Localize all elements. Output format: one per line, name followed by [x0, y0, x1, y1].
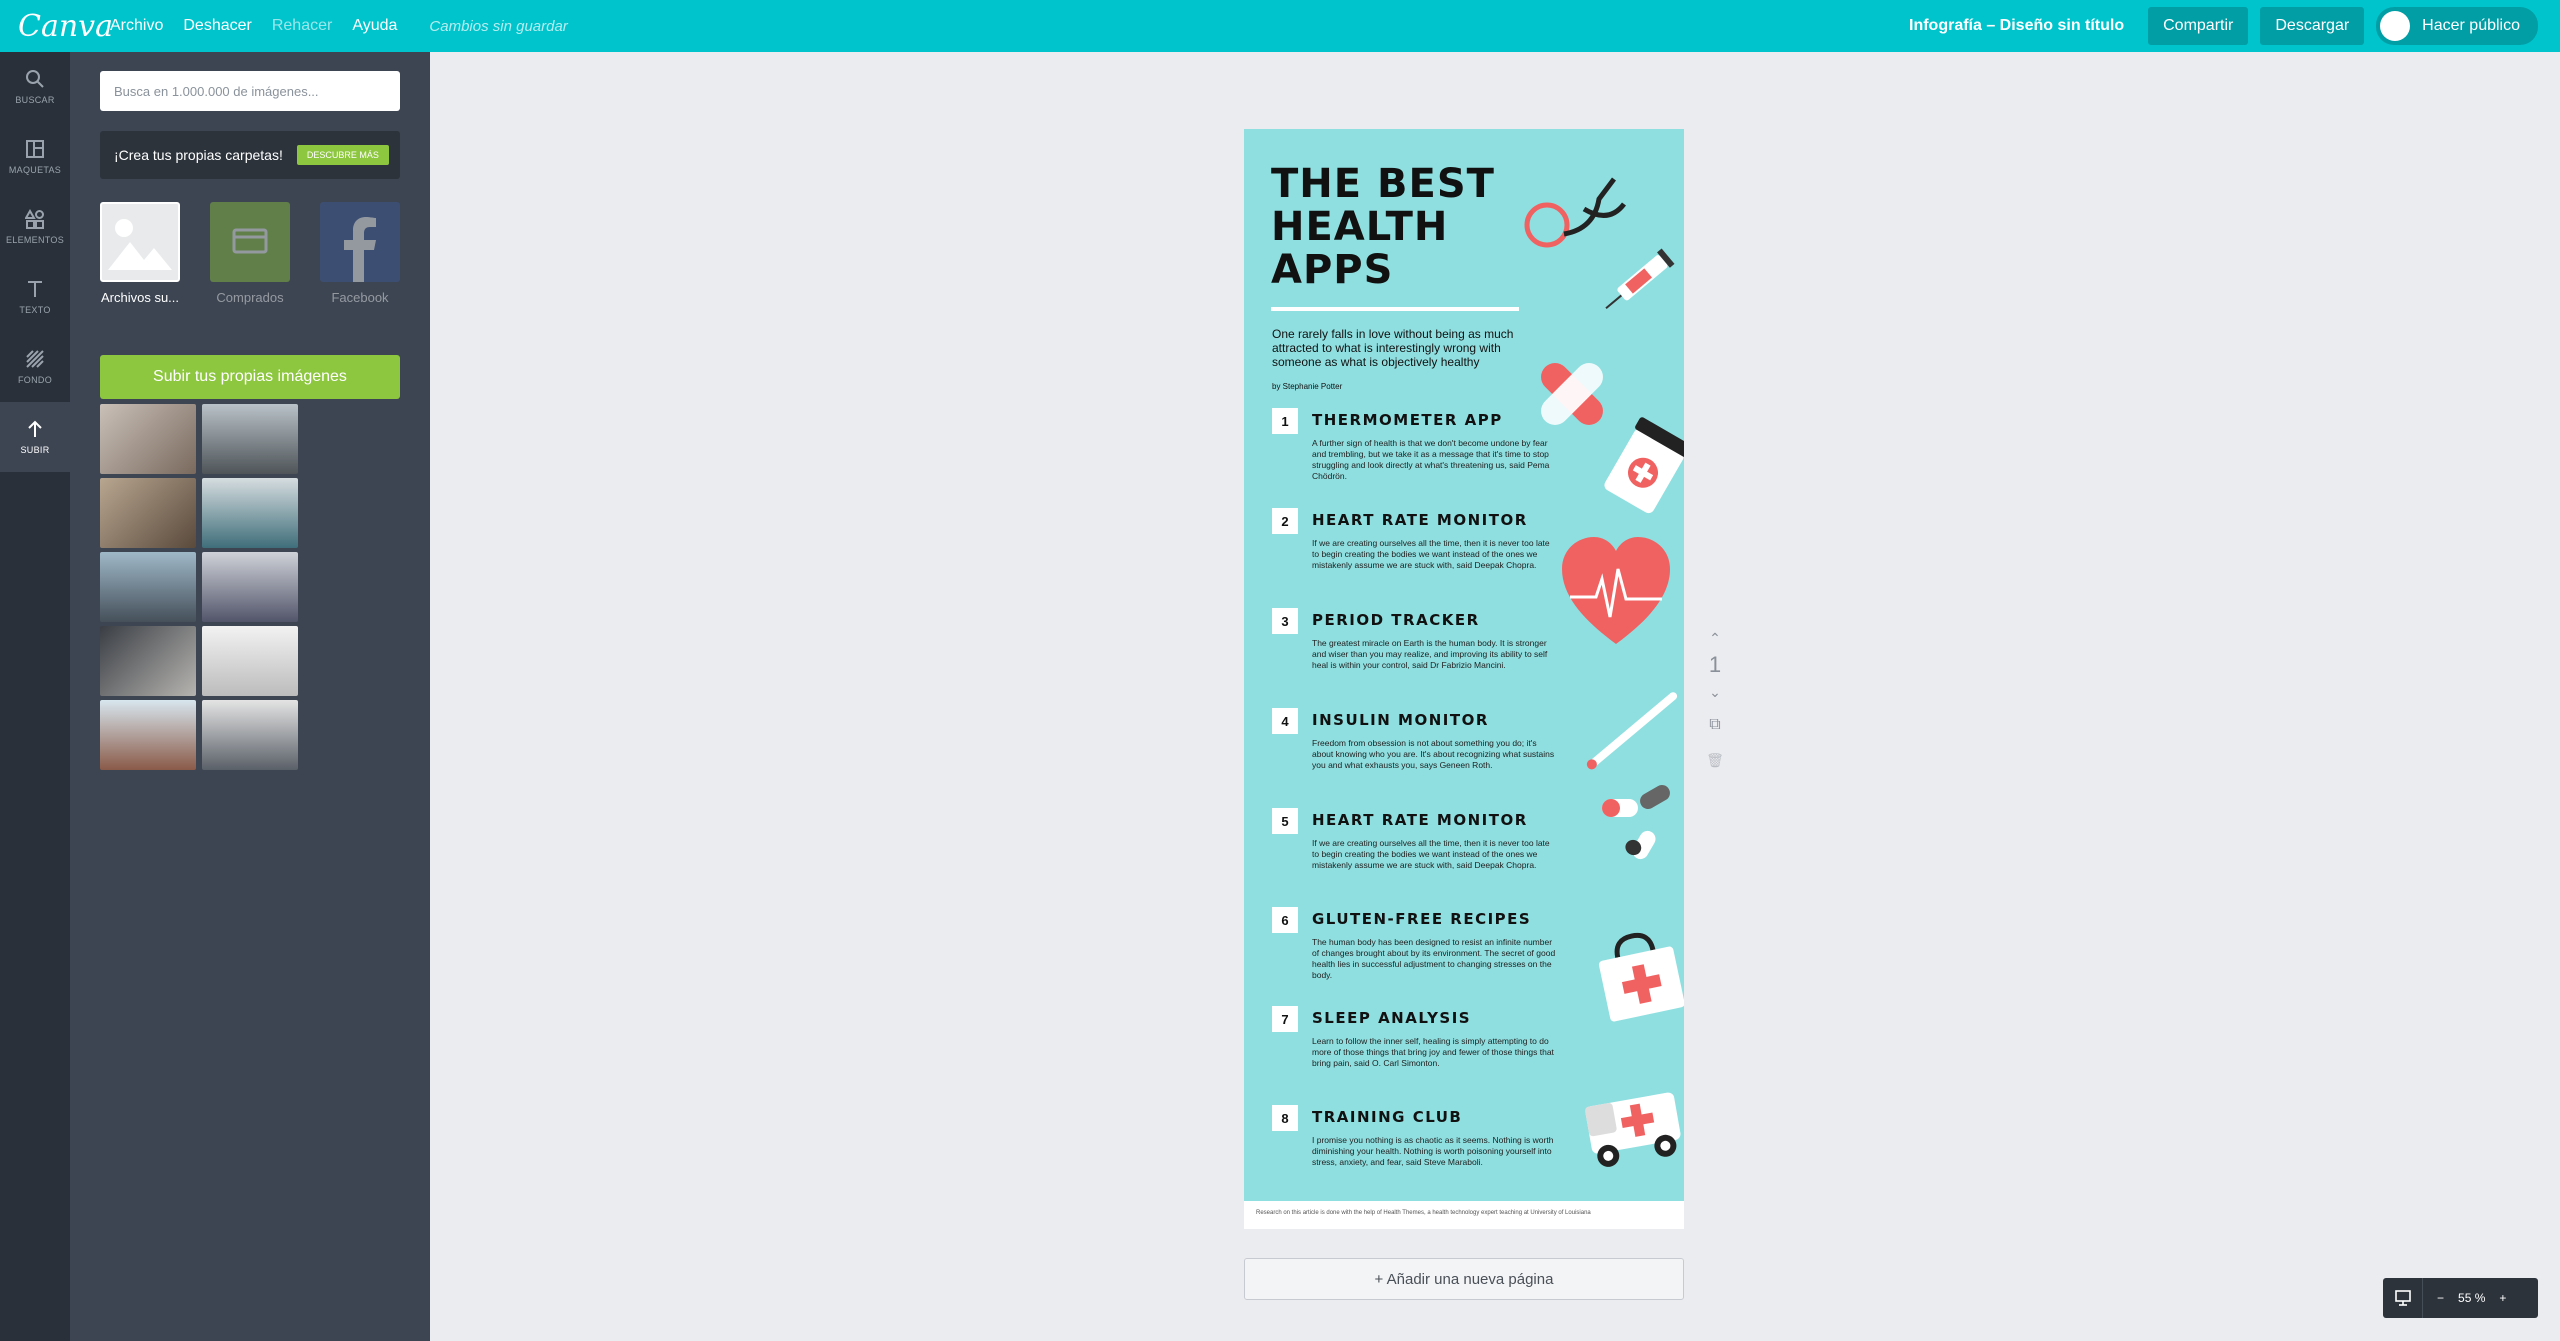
stethoscope-icon	[1524, 177, 1626, 248]
image-placeholder-icon	[100, 202, 180, 282]
discover-more-button[interactable]: DESCUBRE MÁS	[296, 145, 389, 165]
facebook-icon	[320, 202, 400, 282]
upload-icon	[28, 420, 42, 437]
uploaded-image[interactable]	[202, 700, 298, 770]
source-my-uploads[interactable]: Archivos su...	[100, 202, 180, 305]
uploaded-image[interactable]	[202, 626, 298, 696]
canva-logo[interactable]: Canva	[18, 9, 113, 44]
rail-label-elements: ELEMENTOS	[5, 235, 65, 245]
folders-promo: ¡Crea tus propias carpetas! DESCUBRE MÁS	[100, 131, 400, 179]
delete-page-icon[interactable]: 🗑	[1705, 752, 1725, 769]
text-icon	[28, 281, 42, 297]
layouts-icon	[26, 140, 44, 158]
zoom-in-button[interactable]: +	[2499, 1291, 2506, 1305]
bandage-icon	[1541, 363, 1603, 425]
menu-ayuda[interactable]: Ayuda	[352, 17, 397, 35]
uploaded-image[interactable]	[100, 478, 196, 548]
rail-label-search: BUSCAR	[15, 95, 55, 105]
move-up-icon[interactable]: ⌃	[1705, 630, 1725, 646]
uploaded-image[interactable]	[202, 478, 298, 548]
uploaded-image[interactable]	[202, 404, 298, 474]
uploaded-image[interactable]	[100, 404, 196, 474]
rail-text[interactable]: TEXTO	[0, 262, 70, 332]
zoom-controls: − 55 % +	[2383, 1278, 2538, 1318]
uploaded-image[interactable]	[100, 700, 196, 770]
toggle-knob	[2380, 11, 2411, 41]
top-bar: Canva Archivo Deshacer Rehacer Ayuda Cam…	[0, 0, 2560, 52]
share-button[interactable]: Compartir	[2148, 7, 2249, 45]
source-label: Facebook	[331, 290, 389, 305]
rail-layouts[interactable]: MAQUETAS	[0, 122, 70, 192]
source-label: Archivos su...	[100, 290, 180, 305]
make-public-label: Hacer público	[2422, 17, 2520, 34]
elements-icon	[25, 209, 44, 229]
upload-sources: Archivos su... Comprados Facebook	[100, 202, 400, 384]
menu-archivo[interactable]: Archivo	[110, 17, 163, 35]
menu-rehacer[interactable]: Rehacer	[272, 17, 332, 35]
health-illustrations	[1524, 177, 1684, 1167]
rail-background[interactable]: FONDO	[0, 332, 70, 402]
zoom-level: 55 %	[2458, 1291, 2486, 1305]
source-facebook[interactable]: Facebook	[320, 202, 400, 305]
thermometer-icon	[1586, 692, 1678, 770]
page-tools: ⌃ 1 ⌄ ⧉ 🗑	[1705, 630, 1725, 769]
search-icon	[26, 70, 44, 88]
infographic-footer[interactable]: Research on this article is done with th…	[1244, 1201, 1684, 1229]
credit-card-icon	[210, 202, 290, 282]
first-aid-kit-icon	[1598, 932, 1684, 1022]
source-label: Comprados	[216, 290, 284, 305]
pills-icon	[1602, 785, 1670, 860]
menu-deshacer[interactable]: Deshacer	[183, 17, 251, 35]
side-rail: BUSCAR MAQUETAS ELEMENTOS TEXTO FONDO SU…	[0, 52, 70, 1341]
duplicate-page-icon[interactable]: ⧉	[1705, 716, 1725, 734]
rail-upload[interactable]: SUBIR	[0, 402, 70, 472]
source-purchased[interactable]: Comprados	[210, 202, 290, 305]
image-search-input[interactable]: Busca en 1.000.000 de imágenes...	[100, 71, 400, 111]
move-down-icon[interactable]: ⌄	[1705, 684, 1725, 704]
zoom-out-button[interactable]: −	[2437, 1291, 2444, 1305]
uploaded-image[interactable]	[202, 552, 298, 622]
add-page-button[interactable]: + Añadir una nueva página	[1244, 1258, 1684, 1300]
design-page[interactable]: THE BEST HEALTH APPS One rarely falls in…	[1244, 129, 1684, 1229]
pill-bottle-icon	[1604, 417, 1684, 514]
make-public-toggle[interactable]: Hacer público	[2376, 7, 2538, 45]
rail-label-background: FONDO	[18, 375, 52, 385]
folders-promo-text: ¡Crea tus propias carpetas!	[114, 147, 283, 163]
background-icon	[26, 350, 44, 368]
rail-elements[interactable]: ELEMENTOS	[0, 192, 70, 262]
upload-images-button[interactable]: Subir tus propias imágenes	[100, 355, 400, 399]
uploads-panel: Busca en 1.000.000 de imágenes... ¡Crea …	[70, 52, 430, 1341]
page-number: 1	[1708, 652, 1722, 677]
syringe-icon	[1605, 248, 1675, 310]
uploaded-image[interactable]	[100, 626, 196, 696]
rail-label-text: TEXTO	[19, 305, 51, 315]
present-icon[interactable]	[2383, 1278, 2423, 1318]
rail-label-upload: SUBIR	[20, 445, 50, 455]
search-placeholder: Busca en 1.000.000 de imágenes...	[114, 83, 319, 99]
uploaded-image[interactable]	[100, 552, 196, 622]
download-button[interactable]: Descargar	[2260, 7, 2365, 45]
rail-search[interactable]: BUSCAR	[0, 52, 70, 122]
ambulance-icon	[1585, 1092, 1681, 1167]
rail-label-layouts: MAQUETAS	[8, 165, 62, 175]
save-status: Cambios sin guardar	[429, 17, 568, 35]
document-title[interactable]: Infografía – Diseño sin título	[1909, 17, 2124, 35]
heart-icon	[1562, 537, 1670, 644]
